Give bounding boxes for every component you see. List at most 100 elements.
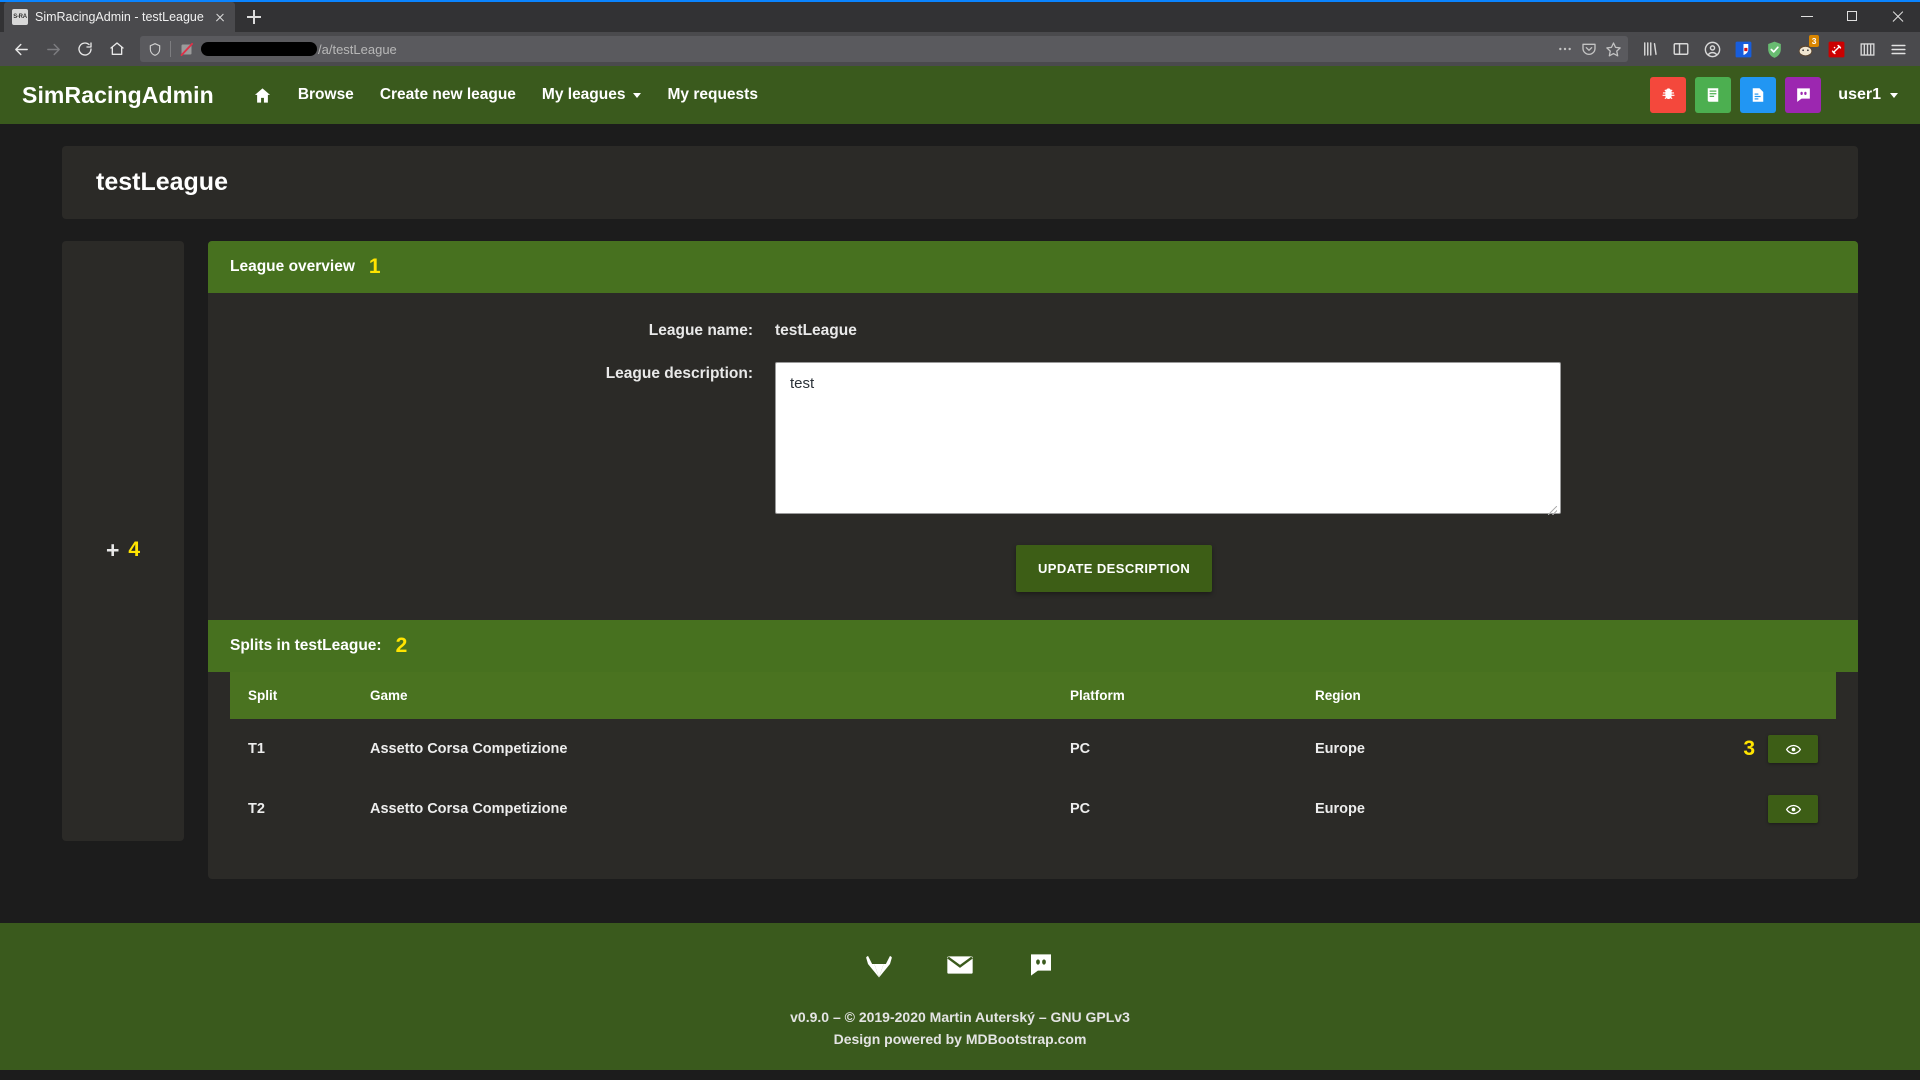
- view-split-button[interactable]: [1768, 735, 1818, 763]
- page-title-card: testLeague: [62, 146, 1858, 219]
- table-row[interactable]: T2 Assetto Corsa Competizione PC Europe: [230, 779, 1836, 839]
- user-menu[interactable]: user1: [1838, 86, 1898, 104]
- redacted-domain: [201, 42, 317, 56]
- page-footer: v0.9.0 – © 2019-2020 Martin Auterský – G…: [0, 923, 1920, 1071]
- app-brand[interactable]: SimRacingAdmin: [22, 82, 214, 109]
- report-bug-button[interactable]: [1650, 77, 1687, 113]
- column-header-split: Split: [248, 688, 278, 703]
- league-description-label: League description:: [605, 365, 753, 382]
- pocket-icon[interactable]: [1578, 38, 1600, 60]
- nav-item-my-leagues[interactable]: My leagues: [529, 78, 655, 112]
- splits-header: Splits in testLeague: 2: [208, 620, 1858, 672]
- url-bar[interactable]: /a/testLeague: [140, 36, 1628, 62]
- nav-links: Browse Create new league My leagues My r…: [240, 78, 771, 113]
- discord-icon: [1796, 87, 1810, 102]
- discord-button[interactable]: [1785, 77, 1822, 113]
- footer-credits-prefix: Design powered by: [833, 1030, 966, 1047]
- gitlab-icon[interactable]: [864, 950, 894, 980]
- minimize-button[interactable]: [1785, 0, 1830, 32]
- nav-item-create-new-league[interactable]: Create new league: [367, 78, 529, 112]
- cell-game: Assetto Corsa Competizione: [370, 741, 568, 757]
- tab-strip: S-RA SimRacingAdmin - testLeague: [0, 0, 1920, 32]
- nav-item-my-leagues-label: My leagues: [541, 86, 626, 103]
- browser-tab[interactable]: S-RA SimRacingAdmin - testLeague: [4, 2, 235, 32]
- file-text-icon: [1753, 88, 1764, 102]
- grid-extension-icon[interactable]: [1853, 35, 1881, 63]
- account-icon[interactable]: [1698, 35, 1726, 63]
- cell-platform: PC: [1070, 801, 1091, 817]
- home-icon: [254, 87, 270, 103]
- annotation-3: 3: [1743, 737, 1755, 760]
- library-icon[interactable]: [1636, 35, 1664, 63]
- url-text: /a/testLeague: [201, 42, 397, 57]
- nav-item-my-requests[interactable]: My requests: [654, 78, 770, 112]
- column-header-region: Region: [1315, 688, 1361, 703]
- browser-window: S-RA SimRacingAdmin - testLeague /a/test…: [0, 0, 1920, 1080]
- bitwarden-extension-icon[interactable]: [1729, 35, 1757, 63]
- splits-table-head: Split Game Platform Region: [230, 672, 1836, 719]
- league-overview-header: League overview 1: [208, 241, 1858, 293]
- league-description-input[interactable]: [775, 362, 1561, 514]
- restore-button[interactable]: [1830, 0, 1875, 32]
- cell-region: Europe: [1315, 741, 1365, 757]
- view-split-button[interactable]: [1768, 795, 1818, 823]
- table-row[interactable]: T1 Assetto Corsa Competizione PC Europe …: [230, 719, 1836, 779]
- home-icon[interactable]: [102, 34, 132, 64]
- plus-icon[interactable]: +: [106, 538, 119, 562]
- eye-icon: [1785, 744, 1801, 754]
- url-path: /a/testLeague: [318, 41, 397, 57]
- back-icon[interactable]: [6, 34, 36, 64]
- wappalyzer-extension-icon[interactable]: [1822, 35, 1850, 63]
- mdbootstrap-link[interactable]: MDBootstrap.com: [966, 1031, 1087, 1047]
- page-content: testLeague + 4 League overview 1 League …: [0, 124, 1920, 879]
- sidebar-icon[interactable]: [1667, 35, 1695, 63]
- cell-game: Assetto Corsa Competizione: [370, 801, 568, 817]
- navbar-actions: user1: [1650, 77, 1898, 113]
- splits-table-wrapper: Split Game Platform Region T1 Assetto Co…: [208, 672, 1858, 879]
- extension-badge: 3: [1809, 35, 1819, 47]
- update-description-button[interactable]: UPDATE DESCRIPTION: [1016, 545, 1213, 592]
- adguard-extension-icon[interactable]: [1760, 35, 1788, 63]
- app-menu-icon[interactable]: [1884, 35, 1912, 63]
- league-main-card: League overview 1 League name: testLeagu…: [208, 241, 1858, 879]
- cell-split: T2: [248, 801, 265, 817]
- footer-credits: Design powered by MDBootstrap.com: [0, 1029, 1920, 1051]
- nav-item-home[interactable]: [240, 78, 285, 113]
- window-controls: [1785, 0, 1920, 32]
- row-actions: [1645, 795, 1818, 823]
- changelog-button[interactable]: [1740, 77, 1777, 113]
- shield-icon[interactable]: [144, 38, 166, 60]
- add-split-row[interactable]: + 4: [106, 259, 140, 841]
- new-tab-button[interactable]: [239, 2, 269, 32]
- close-icon[interactable]: [211, 8, 229, 26]
- league-overview-title: League overview: [230, 258, 355, 275]
- cell-platform: PC: [1070, 741, 1091, 757]
- discord-icon[interactable]: [1026, 950, 1056, 980]
- chevron-down-icon: [1890, 92, 1898, 98]
- annotation-1: 1: [368, 255, 381, 278]
- book-icon: [1708, 88, 1719, 102]
- description-textarea-wrapper: [775, 362, 1561, 519]
- chevron-down-icon: [633, 92, 642, 98]
- documentation-button[interactable]: [1695, 77, 1732, 113]
- no-script-icon[interactable]: [175, 38, 197, 60]
- footer-social-icons: [0, 949, 1920, 981]
- content-layout: + 4 League overview 1 League name: testL…: [62, 241, 1858, 879]
- browser-toolbar: /a/testLeague 3: [0, 32, 1920, 66]
- splits-table: Split Game Platform Region T1 Assetto Co…: [230, 672, 1836, 839]
- annotation-4: 4: [128, 538, 141, 561]
- column-header-game: Game: [370, 688, 408, 703]
- email-icon[interactable]: [944, 949, 976, 981]
- app-navbar: SimRacingAdmin Browse Create new league …: [0, 66, 1920, 124]
- column-header-platform: Platform: [1070, 688, 1125, 703]
- nav-item-browse[interactable]: Browse: [285, 78, 367, 112]
- forward-icon[interactable]: [38, 34, 68, 64]
- page-actions-icon[interactable]: [1554, 38, 1576, 60]
- reload-icon[interactable]: [70, 34, 100, 64]
- honey-extension-icon[interactable]: 3: [1791, 35, 1819, 63]
- close-window-button[interactable]: [1875, 0, 1920, 32]
- user-name: user1: [1838, 86, 1881, 103]
- accent-line: [0, 0, 1920, 2]
- add-split-panel[interactable]: + 4: [62, 241, 184, 841]
- bookmark-star-icon[interactable]: [1602, 38, 1624, 60]
